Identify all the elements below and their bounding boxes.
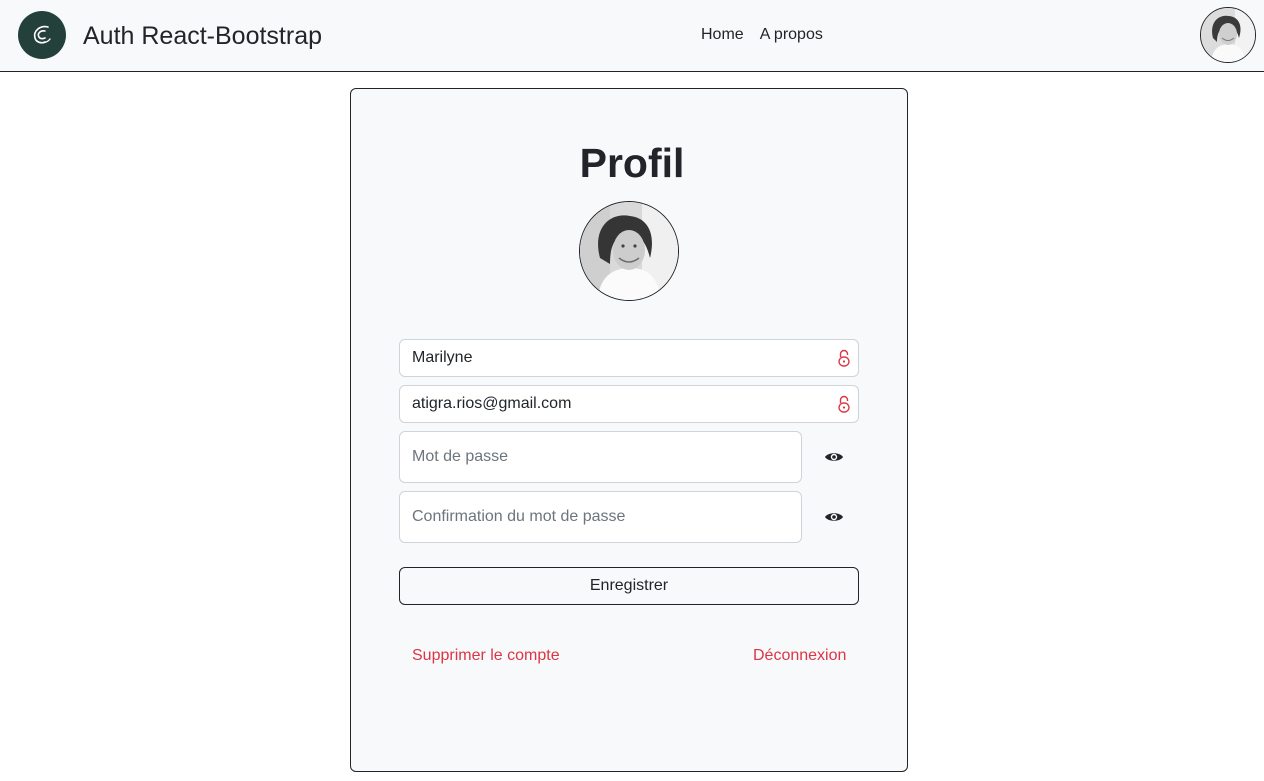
nav-link-home[interactable]: Home: [701, 25, 744, 45]
eye-icon[interactable]: [824, 510, 844, 524]
nav-link-about[interactable]: A propos: [760, 25, 823, 45]
page-title: Profil: [579, 140, 685, 186]
name-field[interactable]: [412, 349, 858, 367]
unlock-icon: [838, 395, 850, 413]
wave-logo-icon[interactable]: [18, 11, 66, 59]
delete-account-link[interactable]: Supprimer le compte: [412, 646, 560, 666]
eye-icon[interactable]: [824, 450, 844, 464]
logout-link[interactable]: Déconnexion: [753, 646, 846, 666]
password-field-wrapper: [399, 431, 802, 483]
name-field-wrapper: [399, 339, 859, 377]
profile-photo[interactable]: [579, 201, 679, 301]
email-field[interactable]: [412, 395, 858, 413]
unlock-icon: [838, 349, 850, 367]
password-confirm-field[interactable]: [412, 508, 801, 526]
user-avatar[interactable]: [1200, 7, 1256, 63]
brand-title[interactable]: Auth React-Bootstrap: [83, 20, 322, 52]
save-button[interactable]: Enregistrer: [399, 567, 859, 605]
profile-card: [350, 88, 908, 772]
email-field-wrapper: [399, 385, 859, 423]
nav-links: Home A propos: [701, 25, 823, 45]
password-confirm-field-wrapper: [399, 491, 802, 543]
navbar: Auth React-Bootstrap Home A propos: [0, 0, 1264, 72]
password-field[interactable]: [412, 448, 801, 466]
